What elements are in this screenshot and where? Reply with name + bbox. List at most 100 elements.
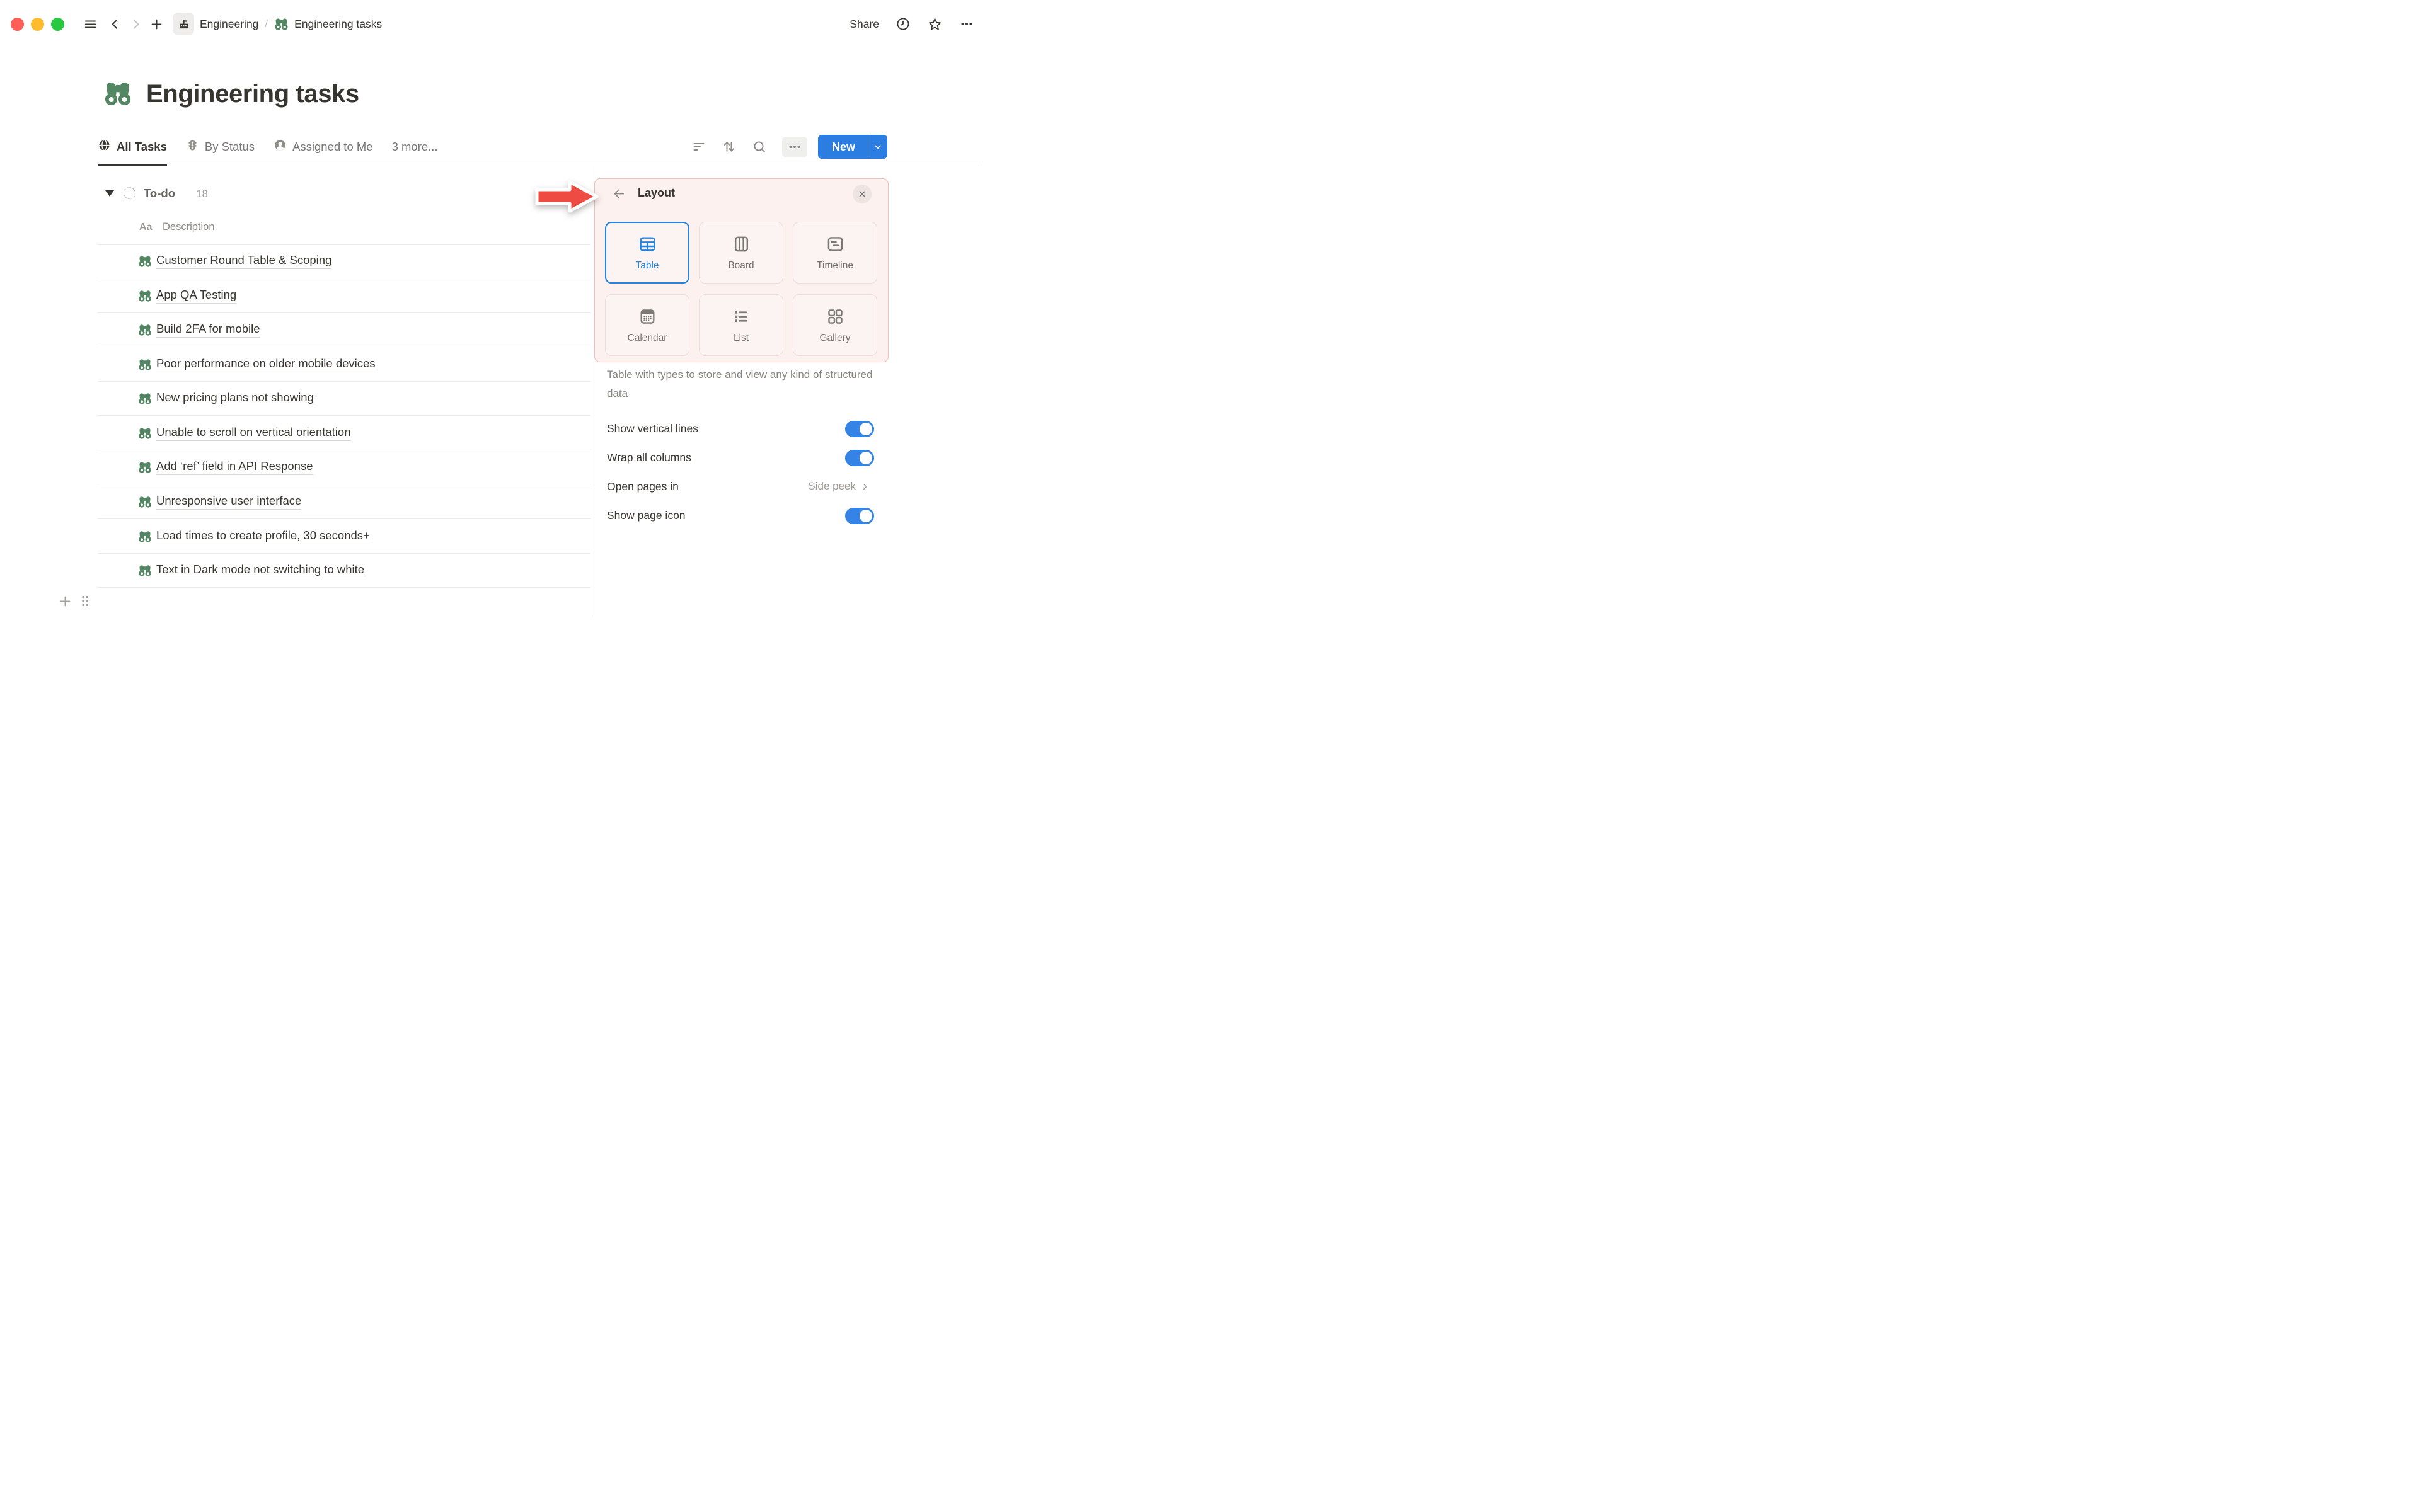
wrap-all-columns-toggle[interactable] [845, 450, 874, 466]
tab-assigned-to-me[interactable]: Assigned to Me [274, 129, 373, 166]
setting-wrap-all-columns-label: Wrap all columns [607, 451, 691, 464]
task-binoculars-icon [138, 255, 152, 268]
layout-option-timeline[interactable]: Timeline [793, 222, 877, 284]
task-binoculars-icon [138, 323, 152, 337]
setting-show-vertical-lines-label: Show vertical lines [607, 422, 698, 435]
table-row[interactable]: New pricing plans not showing [98, 382, 591, 416]
row-tools [58, 593, 93, 609]
sidebar-menu-icon[interactable] [83, 17, 98, 32]
new-dropdown-chevron-icon[interactable] [868, 135, 887, 159]
panel-close-icon[interactable] [853, 185, 872, 203]
filter-icon[interactable] [691, 139, 706, 154]
layout-option-calendar[interactable]: Calendar [605, 294, 689, 356]
table-row[interactable]: Text in Dark mode not switching to white [98, 554, 591, 588]
panel-title: Layout [638, 186, 676, 199]
notion-window: Engineering / Engineering tasks Share En… [0, 0, 988, 617]
table-row[interactable]: Unable to scroll on vertical orientation [98, 416, 591, 450]
table-row[interactable]: Unresponsive user interface [98, 485, 591, 519]
binoculars-icon [274, 17, 289, 32]
tab-label: 3 more... [391, 139, 438, 153]
traffic-light-close[interactable] [11, 17, 24, 31]
workspace-icon[interactable] [173, 13, 194, 35]
new-page-icon[interactable] [149, 17, 164, 32]
traffic-light-zoom[interactable] [51, 17, 64, 31]
tab-label: By Status [204, 139, 255, 153]
layout-option-table[interactable]: Table [605, 222, 689, 284]
board-layout-icon [732, 234, 751, 254]
task-title[interactable]: Load times to create profile, 30 seconds… [156, 529, 370, 544]
group-count: 18 [196, 188, 208, 200]
search-icon[interactable] [752, 139, 767, 154]
layout-option-label: Calendar [627, 332, 667, 343]
column-header-description[interactable]: Description [163, 221, 215, 233]
page-header: Engineering tasks [103, 79, 359, 108]
table-row[interactable]: Load times to create profile, 30 seconds… [98, 520, 591, 554]
layout-option-board[interactable]: Board [699, 222, 783, 284]
more-options-icon[interactable] [959, 16, 974, 32]
task-binoculars-icon [138, 495, 152, 509]
chevron-right-icon[interactable] [860, 481, 870, 495]
tab-by-status[interactable]: By Status [186, 129, 255, 166]
tab-more-views[interactable]: 3 more... [392, 129, 438, 166]
view-more-icon[interactable] [782, 136, 807, 158]
setting-open-pages-in-label: Open pages in [607, 480, 679, 493]
open-pages-in-value[interactable]: Side peek [781, 480, 856, 493]
page-icon-binoculars[interactable] [103, 79, 132, 108]
add-row-plus-icon[interactable] [58, 594, 72, 609]
updates-clock-icon[interactable] [896, 16, 911, 32]
table-row[interactable]: Build 2FA for mobile [98, 313, 591, 347]
task-binoculars-icon [138, 392, 152, 406]
person-icon [274, 139, 287, 155]
view-controls: New [691, 134, 888, 160]
show-vertical-lines-toggle[interactable] [845, 421, 874, 437]
new-button[interactable]: New [818, 135, 868, 159]
annotation-arrow-icon [535, 180, 599, 213]
view-tabs: All Tasks By Status Assigned to Me 3 mor… [98, 129, 438, 166]
drag-handle-icon[interactable] [78, 593, 93, 609]
status-traffic-light-icon [186, 139, 199, 155]
todo-status-circle-icon [124, 187, 135, 199]
task-title[interactable]: Customer Round Table & Scoping [156, 253, 332, 269]
task-title[interactable]: App QA Testing [156, 288, 237, 304]
calendar-layout-icon [638, 307, 657, 326]
task-title[interactable]: Unresponsive user interface [156, 494, 302, 510]
breadcrumb-separator: / [265, 18, 268, 30]
task-binoculars-icon [138, 427, 152, 440]
new-split-button: New [818, 135, 888, 159]
task-binoculars-icon [138, 289, 152, 303]
list-layout-icon [732, 307, 751, 326]
layout-option-label: Gallery [819, 332, 851, 343]
table-row[interactable]: Customer Round Table & Scoping [98, 244, 591, 278]
favorite-star-icon[interactable] [927, 16, 943, 32]
forward-icon[interactable] [129, 17, 143, 32]
task-binoculars-icon [138, 564, 152, 578]
layout-option-gallery[interactable]: Gallery [793, 294, 877, 356]
layout-option-label: List [733, 332, 749, 343]
task-binoculars-icon [138, 530, 152, 544]
sort-icon[interactable] [722, 139, 737, 154]
group-collapse-triangle-icon[interactable] [105, 190, 114, 197]
breadcrumb-page[interactable]: Engineering tasks [294, 18, 382, 31]
task-title[interactable]: Unable to scroll on vertical orientation [156, 425, 351, 441]
share-button[interactable]: Share [850, 18, 879, 31]
globe-icon [98, 139, 111, 155]
page-title: Engineering tasks [146, 79, 359, 108]
task-title[interactable]: Poor performance on older mobile devices [156, 357, 376, 372]
breadcrumb-workspace[interactable]: Engineering [200, 18, 258, 31]
task-title[interactable]: Add ‘ref’ field in API Response [156, 459, 313, 475]
layout-option-list[interactable]: List [699, 294, 783, 356]
task-title[interactable]: Text in Dark mode not switching to white [156, 563, 365, 578]
text-property-type-icon: Aa [139, 222, 153, 232]
task-title[interactable]: New pricing plans not showing [156, 391, 314, 406]
table-row[interactable]: App QA Testing [98, 279, 591, 313]
tab-label: All Tasks [117, 139, 167, 153]
table-row[interactable]: Poor performance on older mobile devices [98, 348, 591, 382]
table-row[interactable]: Add ‘ref’ field in API Response [98, 450, 591, 484]
task-title[interactable]: Build 2FA for mobile [156, 322, 260, 338]
group-name[interactable]: To-do [144, 186, 175, 200]
panel-back-icon[interactable] [612, 186, 626, 204]
tab-all-tasks[interactable]: All Tasks [98, 129, 167, 166]
show-page-icon-toggle[interactable] [845, 508, 874, 524]
traffic-light-minimize[interactable] [31, 17, 44, 31]
back-icon[interactable] [108, 17, 122, 32]
